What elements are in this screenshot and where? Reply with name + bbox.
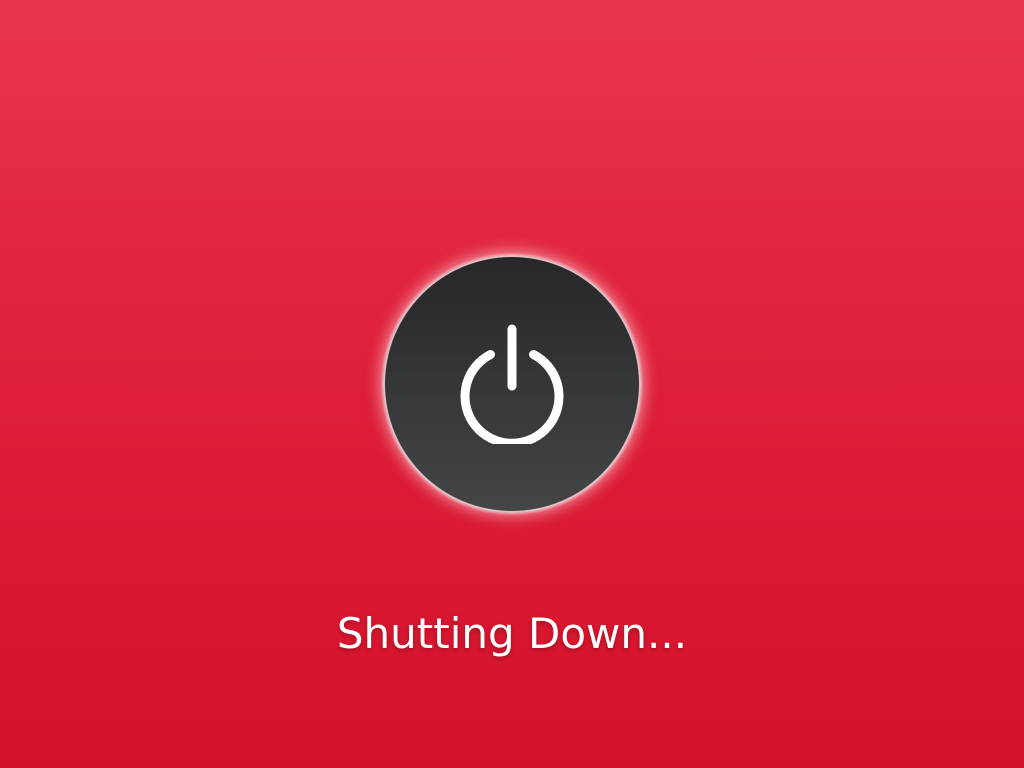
power-icon [452, 324, 572, 448]
power-button-circle [383, 255, 641, 513]
status-text: Shutting Down... [336, 609, 688, 658]
shutdown-screen: Shutting Down... [0, 0, 1024, 768]
